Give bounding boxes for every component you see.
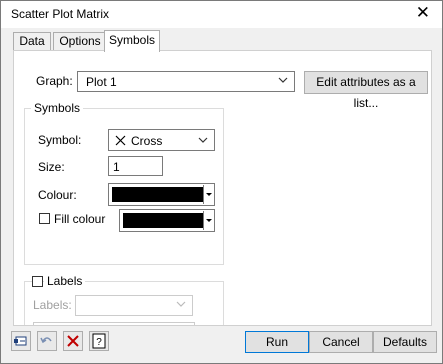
chevron-down-icon <box>176 301 186 307</box>
title-bar: Scatter Plot Matrix ✕ <box>1 1 442 28</box>
close-icon[interactable]: ✕ <box>416 4 430 22</box>
labels-group-title: Labels <box>44 274 86 288</box>
symbols-panel: Graph: Plot 1 Edit attributes as a list.… <box>13 50 432 326</box>
dropdown-arrow-icon[interactable] <box>203 185 213 204</box>
symbol-select-value: Cross <box>131 134 163 148</box>
size-input-value: 1 <box>113 160 120 174</box>
labels-checkbox[interactable] <box>32 276 43 287</box>
dialog-window: Scatter Plot Matrix ✕ Data Options Symbo… <box>0 0 443 364</box>
tab-symbols[interactable]: Symbols <box>104 30 160 52</box>
dropdown-arrow-icon[interactable] <box>203 211 213 230</box>
labels-label: Labels: <box>33 298 72 312</box>
symbols-groupbox: Symbols Symbol: Cross Size: 1 Colour: Fi… <box>24 101 224 265</box>
svg-text:?: ? <box>96 337 102 348</box>
graph-select-value: Plot 1 <box>86 75 117 89</box>
window-title: Scatter Plot Matrix <box>11 7 110 21</box>
symbol-select[interactable]: Cross <box>108 129 215 151</box>
chevron-down-icon <box>278 77 288 83</box>
cross-icon <box>115 135 126 146</box>
labels-select <box>75 295 193 316</box>
clear-icon[interactable] <box>63 331 83 351</box>
footer-bar: ? Run Cancel Defaults <box>1 326 442 363</box>
tab-options[interactable]: Options <box>53 32 107 50</box>
symbol-label: Symbol: <box>38 133 82 147</box>
undo-icon[interactable] <box>37 331 57 351</box>
graph-select[interactable]: Plot 1 <box>77 71 295 92</box>
size-label: Size: <box>38 160 65 174</box>
help-icon[interactable]: ? <box>89 331 109 351</box>
fill-colour-checkbox[interactable] <box>39 213 50 224</box>
defaults-button[interactable]: Defaults <box>373 331 437 353</box>
chevron-down-icon <box>198 137 208 143</box>
run-button[interactable]: Run <box>245 331 309 353</box>
edit-attributes-button[interactable]: Edit attributes as a list... <box>304 71 428 110</box>
colour-label: Colour: <box>38 188 77 202</box>
pin-icon[interactable] <box>11 331 31 351</box>
fill-colour-label: Fill colour <box>54 212 106 226</box>
cancel-button[interactable]: Cancel <box>309 331 373 353</box>
graph-label: Graph: <box>36 74 73 88</box>
symbols-group-title: Symbols <box>31 101 84 115</box>
colour-picker[interactable] <box>108 183 215 206</box>
fill-colour-picker[interactable] <box>119 209 215 232</box>
fill-colour-swatch <box>123 213 203 228</box>
labels-groupbox: Labels Labels: <box>24 274 224 325</box>
size-input[interactable]: 1 <box>108 156 163 176</box>
colour-swatch <box>112 187 203 202</box>
tab-data[interactable]: Data <box>13 32 51 50</box>
